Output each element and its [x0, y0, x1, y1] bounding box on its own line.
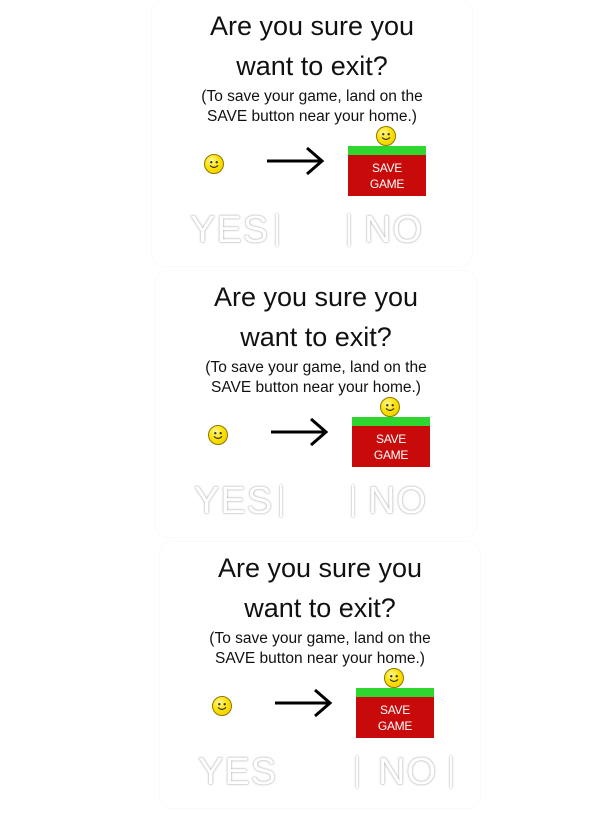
save-game-button[interactable]: SAVE GAME: [356, 688, 434, 738]
dialog-title: Are you sure you want to exit?: [152, 6, 472, 86]
smiley-icon: [380, 397, 400, 417]
yes-button[interactable]: YES: [198, 750, 288, 794]
smiley-icon: [212, 696, 232, 716]
title-line: Are you sure you: [209, 11, 415, 41]
no-button[interactable]: NO: [368, 479, 448, 523]
right-arrow-icon: [271, 417, 329, 447]
subtitle-line: SAVE button near your home.): [207, 108, 417, 125]
save-label: SAVE: [380, 703, 410, 717]
yes-button[interactable]: YES: [190, 208, 280, 252]
divider: [280, 485, 282, 517]
divider: [356, 756, 358, 788]
save-label: GAME: [377, 719, 413, 733]
right-arrow-icon: [267, 146, 325, 176]
title-line: want to exit?: [236, 51, 388, 81]
exit-dialog: Are you sure you want to exit? (To save …: [156, 271, 476, 537]
subtitle-line: SAVE button near your home.): [211, 379, 421, 396]
save-game-button[interactable]: SAVE GAME: [352, 417, 430, 467]
subtitle-line: (To save your game, land on the: [209, 630, 431, 647]
dialog-subtitle: (To save your game, land on the SAVE but…: [152, 87, 472, 127]
divider: [352, 485, 354, 517]
dialog-title: Are you sure you want to exit?: [156, 277, 476, 357]
subtitle-line: (To save your game, land on the: [201, 88, 423, 105]
divider: [450, 756, 452, 788]
divider: [348, 214, 350, 246]
dialog-subtitle: (To save your game, land on the SAVE but…: [156, 358, 476, 398]
exit-dialog: Are you sure you want to exit? (To save …: [160, 542, 480, 808]
exit-dialog: Are you sure you want to exit? (To save …: [152, 0, 472, 266]
save-label: GAME: [369, 177, 405, 191]
smiley-icon: [384, 668, 404, 688]
dialog-title: Are you sure you want to exit?: [160, 548, 480, 628]
no-button[interactable]: NO: [364, 208, 444, 252]
smiley-icon: [208, 425, 228, 445]
divider: [276, 214, 278, 246]
no-button[interactable]: NO: [378, 750, 458, 794]
smiley-icon: [204, 154, 224, 174]
title-line: Are you sure you: [217, 553, 423, 583]
save-game-button[interactable]: SAVE GAME: [348, 146, 426, 196]
subtitle-line: (To save your game, land on the: [205, 359, 427, 376]
save-label: SAVE: [372, 161, 402, 175]
title-line: want to exit?: [240, 322, 392, 352]
save-label: SAVE: [376, 432, 406, 446]
smiley-icon: [376, 126, 396, 146]
dialog-subtitle: (To save your game, land on the SAVE but…: [160, 629, 480, 669]
title-line: Are you sure you: [213, 282, 419, 312]
save-label: GAME: [373, 448, 409, 462]
yes-button[interactable]: YES: [194, 479, 284, 523]
subtitle-line: SAVE button near your home.): [215, 650, 425, 667]
title-line: want to exit?: [244, 593, 396, 623]
right-arrow-icon: [275, 688, 333, 718]
